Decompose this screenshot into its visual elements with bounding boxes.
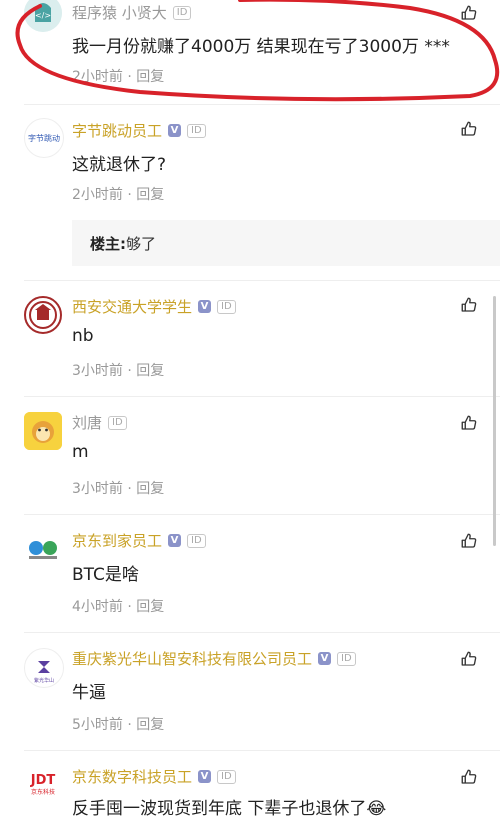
verified-badge: V [168,124,182,137]
xjtu-emblem-icon [29,301,57,329]
avatar[interactable]: 字节跳动 [24,118,64,158]
reply-text: 够了 [126,234,157,253]
commenter-name-row: 刘唐 ID [72,412,127,433]
commenter-name-row: 京东数字科技员工 V ID [72,766,236,787]
avatar[interactable]: </> [24,0,62,32]
id-badge: ID [108,415,127,430]
commenter-name-row: 京东到家员工 V ID [72,530,206,551]
commenter-name[interactable]: 西安交通大学学生 [72,296,192,317]
divider [24,632,500,633]
id-badge: ID [172,5,192,20]
comment-text: nb [72,326,94,346]
commenter-name-row: 字节跳动员工 V ID [72,120,206,141]
comment-text: BTC是啥 [72,565,139,585]
comment-meta: 5小时前 · 回复 [72,717,165,733]
thumbs-up-icon[interactable] [460,650,478,668]
comment-meta: 3小时前 · 回复 [72,481,165,497]
commenter-name[interactable]: 刘唐 [72,412,102,433]
divider [24,104,500,105]
jdt-logo-subtitle: 京东科技 [30,789,55,796]
jd-daojia-logo-icon [29,541,57,559]
thumbs-up-icon[interactable] [460,4,478,22]
author-reply[interactable]: 楼主: 够了 [72,220,500,266]
verified-badge: V [318,652,332,665]
id-badge: ID [217,769,236,784]
id-badge: ID [217,299,236,314]
commenter-name[interactable]: 京东到家员工 [72,530,162,551]
comment-text: 反手囤一波现货到年底 下辈子也退休了😂 [72,799,387,819]
cartoon-face-icon [24,412,62,450]
divider [24,280,500,281]
divider [24,514,500,515]
thumbs-up-icon[interactable] [460,296,478,314]
comment-meta: 3小时前 · 回复 [72,363,165,379]
commenter-name[interactable]: 字节跳动员工 [72,120,162,141]
jdt-logo: JDT [30,773,56,788]
comment-text: 牛逼 [72,683,106,703]
id-badge: ID [187,533,206,548]
commenter-name[interactable]: 京东数字科技员工 [72,766,192,787]
commenter-name-row: 西安交通大学学生 V ID [72,296,236,317]
id-badge: ID [337,651,356,666]
thumbs-up-icon[interactable] [460,120,478,138]
thumbs-up-icon[interactable] [460,532,478,550]
comment-text: m [72,442,89,462]
divider [24,750,500,751]
avatar[interactable]: JDT 京东科技 [24,766,62,804]
svg-text:紫光华山: 紫光华山 [34,677,54,684]
comment-text: 我一月份就赚了4000万 结果现在亏了3000万 *** [72,37,450,57]
commenter-name[interactable]: 重庆紫光华山智安科技有限公司员工 [72,648,312,669]
verified-badge: V [168,534,182,547]
verified-badge: V [198,300,212,313]
commenter-name-row: 重庆紫光华山智安科技有限公司员工 V ID [72,648,356,669]
divider [24,396,500,397]
thumbs-up-icon[interactable] [460,768,478,786]
programmer-avatar-icon: </> [24,0,62,32]
verified-badge: V [198,770,212,783]
svg-text:</>: </> [35,11,51,20]
thumbs-up-icon[interactable] [460,414,478,432]
id-badge: ID [187,123,206,138]
reply-owner-label: 楼主: [90,234,126,253]
avatar[interactable] [24,296,62,334]
scrollbar[interactable] [493,296,496,546]
comment-meta: 2小时前 · 回复 [72,69,165,85]
avatar[interactable]: 紫光华山 [24,648,64,688]
comment-text: 这就退休了? [72,155,167,175]
avatar[interactable] [24,530,62,568]
comment-meta: 4小时前 · 回复 [72,599,165,615]
commenter-name-row: 程序猿 小贤大 ID [72,2,192,23]
unis-logo-icon: 紫光华山 [34,661,54,684]
bytedance-logo: 字节跳动 [28,133,60,143]
commenter-name[interactable]: 程序猿 小贤大 [72,2,167,23]
comment-meta: 2小时前 · 回复 [72,187,165,203]
avatar[interactable] [24,412,62,450]
